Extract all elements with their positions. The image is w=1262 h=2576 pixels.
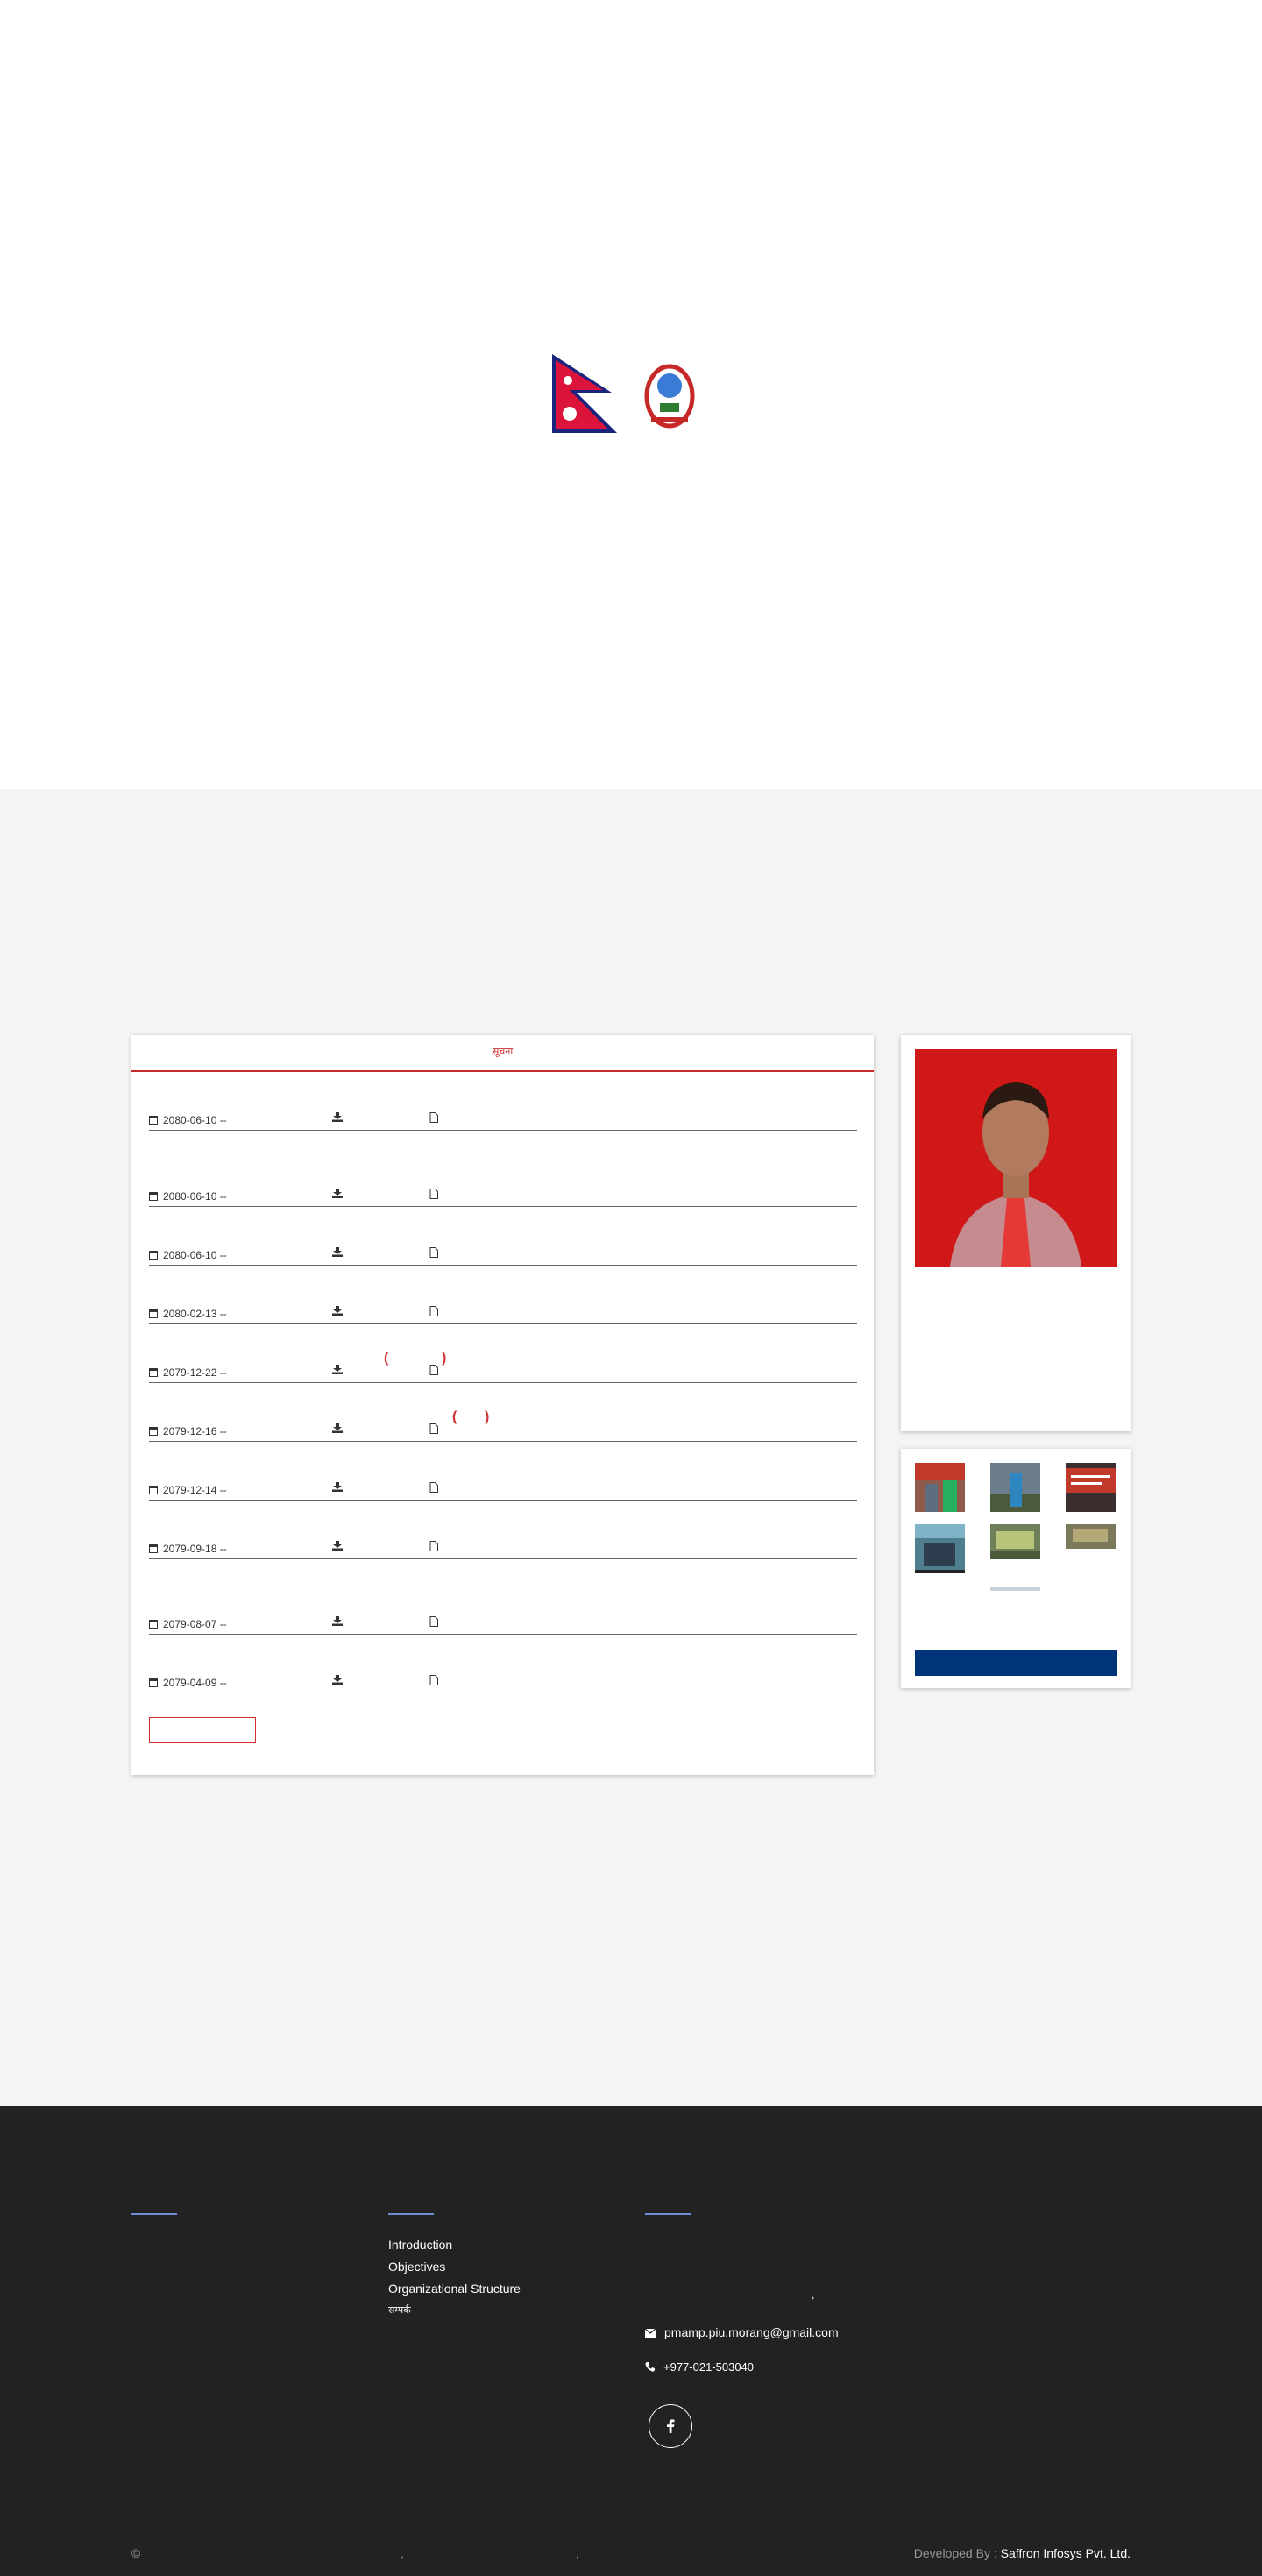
nepal-flag-icon xyxy=(552,354,617,433)
gallery-card xyxy=(901,1449,1131,1688)
developer-credit: Developed By : Saffron Infosys Pvt. Ltd. xyxy=(914,2546,1131,2560)
nepal-emblem-icon xyxy=(644,364,695,429)
notice-row[interactable]: 2080-06-10 -- xyxy=(149,1242,857,1266)
notice-date: 2080-02-13 -- xyxy=(163,1308,227,1320)
notice-row[interactable]: 2080-06-10 -- xyxy=(149,1183,857,1207)
footer-divider xyxy=(388,2213,434,2215)
notice-date: 2080-06-10 -- xyxy=(163,1190,227,1203)
phone-text: +977-021-503040 xyxy=(663,2360,755,2374)
view-all-button[interactable] xyxy=(149,1717,256,1743)
official-profile-card xyxy=(901,1035,1131,1431)
footer-link-introduction[interactable]: Introduction xyxy=(388,2238,452,2252)
notice-title: सूचना xyxy=(131,1035,874,1072)
official-photo xyxy=(915,1049,1117,1267)
notice-date: 2079-12-16 -- xyxy=(163,1425,227,1437)
email-text: pmamp.piu.morang@gmail.com xyxy=(664,2325,839,2339)
copyright-comma: , xyxy=(576,2546,579,2560)
footer-divider xyxy=(645,2213,691,2215)
footer-link-organizational-structure[interactable]: Organizational Structure xyxy=(388,2281,521,2296)
calendar-icon xyxy=(149,1116,158,1125)
calendar-icon xyxy=(149,1544,158,1553)
document-icon[interactable] xyxy=(429,1365,438,1375)
notice-date: 2080-06-10 -- xyxy=(163,1114,227,1126)
footer-divider xyxy=(131,2213,177,2215)
facebook-icon xyxy=(667,2419,675,2433)
calendar-icon xyxy=(149,1251,158,1260)
document-icon[interactable] xyxy=(429,1675,438,1685)
gallery-thumbnail[interactable] xyxy=(1066,1524,1116,1549)
download-icon[interactable] xyxy=(332,1112,343,1122)
notice-card: सूचना 2080-06-10 -- 2080-06-10 -- 2080-0… xyxy=(131,1035,874,1775)
notice-row[interactable]: 2079-12-16 -- xyxy=(149,1418,857,1442)
calendar-icon xyxy=(149,1192,158,1201)
notice-date: 2079-08-07 -- xyxy=(163,1618,227,1630)
gallery-thumbnail[interactable] xyxy=(1066,1463,1116,1512)
download-icon[interactable] xyxy=(332,1482,343,1492)
calendar-icon xyxy=(149,1678,158,1687)
notice-row[interactable]: 2080-06-10 -- xyxy=(149,1107,857,1131)
phone-icon xyxy=(645,2362,655,2372)
document-icon[interactable] xyxy=(429,1189,438,1199)
download-icon[interactable] xyxy=(332,1306,343,1316)
thumbnail-strip xyxy=(990,1587,1040,1591)
footer-link-objectives[interactable]: Objectives xyxy=(388,2260,445,2274)
notice-row[interactable]: 2080-02-13 -- xyxy=(149,1301,857,1324)
footer-link-contact[interactable]: सम्पर्क xyxy=(388,2303,411,2317)
copyright-symbol: © xyxy=(131,2546,141,2560)
gallery-thumbnail[interactable] xyxy=(990,1463,1040,1512)
copyright-comma: , xyxy=(401,2546,404,2560)
download-icon[interactable] xyxy=(332,1423,343,1433)
document-icon[interactable] xyxy=(429,1616,438,1627)
site-footer: Introduction Objectives Organizational S… xyxy=(0,2106,1262,2576)
gallery-thumbnail[interactable] xyxy=(915,1463,965,1512)
developer-link[interactable]: Saffron Infosys Pvt. Ltd. xyxy=(1001,2546,1131,2560)
developed-by-label: Developed By : xyxy=(913,2546,997,2560)
document-icon[interactable] xyxy=(429,1482,438,1493)
address-comma: , xyxy=(812,2289,815,2301)
calendar-icon xyxy=(149,1620,158,1629)
download-icon[interactable] xyxy=(332,1541,343,1551)
download-icon[interactable] xyxy=(332,1189,343,1198)
download-icon[interactable] xyxy=(332,1616,343,1626)
gallery-more-button[interactable] xyxy=(915,1650,1117,1676)
facebook-button[interactable] xyxy=(649,2404,692,2448)
copyright: © , , xyxy=(131,2546,579,2560)
footer-email[interactable]: pmamp.piu.morang@gmail.com xyxy=(644,2325,839,2339)
download-icon[interactable] xyxy=(332,1675,343,1685)
notice-row[interactable]: 2079-04-09 -- xyxy=(149,1670,857,1692)
gallery-thumbnail[interactable] xyxy=(915,1524,965,1573)
logo-group[interactable] xyxy=(550,352,699,436)
download-icon[interactable] xyxy=(332,1365,343,1374)
notice-date: 2079-12-14 -- xyxy=(163,1484,227,1496)
notice-row[interactable]: 2079-12-22 -- xyxy=(149,1359,857,1383)
document-icon[interactable] xyxy=(429,1541,438,1551)
notice-row[interactable]: 2079-12-14 -- xyxy=(149,1477,857,1501)
notice-date: 2080-06-10 -- xyxy=(163,1249,227,1261)
site-header xyxy=(0,0,1262,789)
document-icon[interactable] xyxy=(429,1112,438,1123)
document-icon[interactable] xyxy=(429,1423,438,1434)
envelope-icon xyxy=(644,2328,656,2338)
notice-row[interactable]: 2079-08-07 -- xyxy=(149,1611,857,1635)
download-icon[interactable] xyxy=(332,1247,343,1257)
notice-date: 2079-04-09 -- xyxy=(163,1677,227,1689)
notice-row[interactable]: 2079-09-18 -- xyxy=(149,1536,857,1559)
calendar-icon xyxy=(149,1309,158,1318)
document-icon[interactable] xyxy=(429,1247,438,1258)
gallery-thumbnail[interactable] xyxy=(990,1524,1040,1559)
calendar-icon xyxy=(149,1486,158,1494)
calendar-icon xyxy=(149,1368,158,1377)
footer-phone[interactable]: +977-021-503040 xyxy=(645,2360,754,2374)
notice-date: 2079-12-22 -- xyxy=(163,1366,227,1379)
notice-date: 2079-09-18 -- xyxy=(163,1543,227,1555)
document-icon[interactable] xyxy=(429,1306,438,1316)
calendar-icon xyxy=(149,1427,158,1436)
